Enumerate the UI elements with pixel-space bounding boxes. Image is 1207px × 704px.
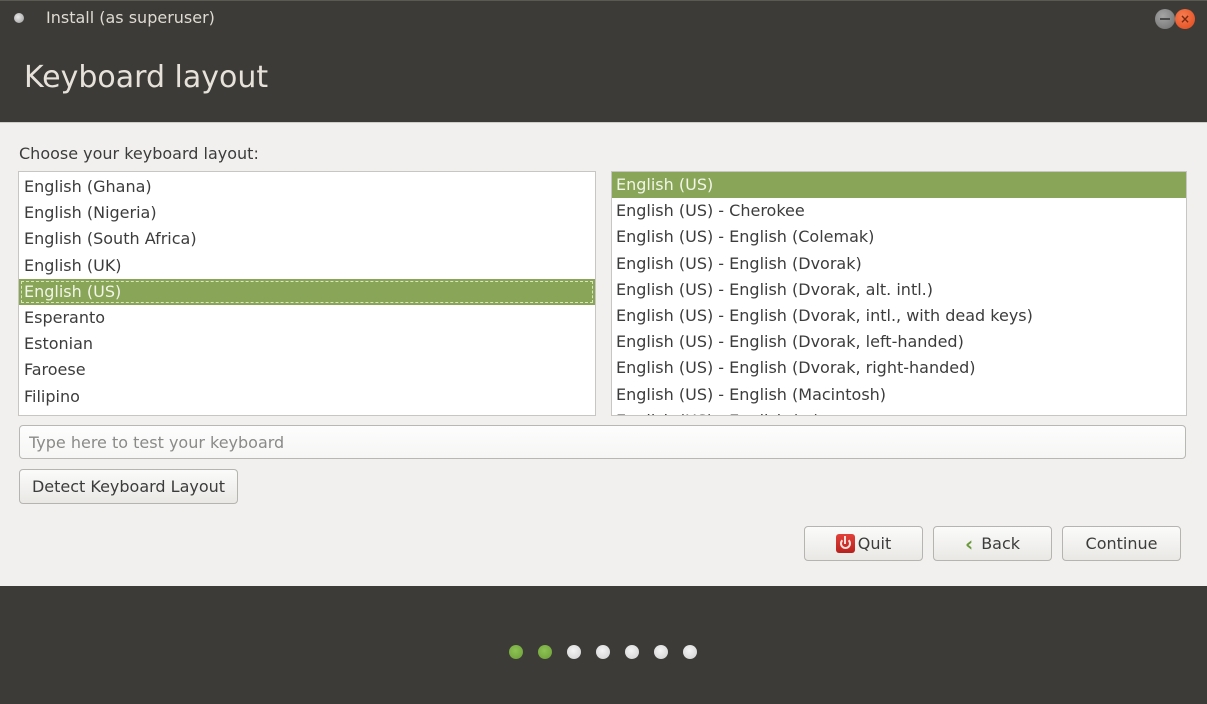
layout-item-selected[interactable]: English (US) [19, 278, 595, 305]
progress-dot-pending [596, 645, 610, 659]
variant-item-selected[interactable]: English (US) [612, 172, 1186, 199]
step-progress-indicator [509, 645, 697, 659]
app-icon [14, 13, 24, 23]
variant-item[interactable]: English (US) - English (Dvorak, intl., w… [612, 303, 1186, 329]
progress-dot-pending [567, 645, 581, 659]
back-label: Back [981, 534, 1021, 553]
content-area: Choose your keyboard layout: English (Gh… [0, 122, 1207, 586]
variant-item[interactable]: English (US) - Cherokee [612, 198, 1186, 224]
variant-item[interactable]: English (US) - English (Colemak) [612, 224, 1186, 250]
minimize-button[interactable] [1155, 9, 1175, 29]
layout-item[interactable]: English (Ghana) [19, 174, 595, 200]
page-title: Keyboard layout [24, 60, 269, 95]
back-button[interactable]: ‹ Back [933, 526, 1052, 561]
variant-list[interactable]: English (US) English (US) - Cherokee Eng… [611, 171, 1187, 416]
power-icon [835, 534, 855, 553]
progress-dot-complete [509, 645, 523, 659]
keyboard-test-input[interactable] [19, 425, 1186, 459]
continue-label: Continue [1085, 534, 1158, 553]
layout-item[interactable]: English (Nigeria) [19, 200, 595, 226]
progress-dot-pending [625, 645, 639, 659]
footer [0, 587, 1207, 704]
progress-dot-complete [538, 645, 552, 659]
chevron-left-icon: ‹ [964, 531, 974, 556]
quit-label: Quit [857, 534, 892, 553]
progress-dot-pending [654, 645, 668, 659]
detect-keyboard-layout-button[interactable]: Detect Keyboard Layout [19, 469, 238, 504]
variant-item[interactable]: English (US) - English (Dvorak, alt. int… [612, 277, 1186, 303]
close-icon: × [1179, 12, 1191, 26]
layout-item[interactable]: English (UK) [19, 253, 595, 279]
layout-item[interactable]: Filipino [19, 384, 595, 410]
continue-button[interactable]: Continue [1062, 526, 1181, 561]
variant-item[interactable]: English (US) - English (Dvorak, right-ha… [612, 355, 1186, 381]
layout-item[interactable]: English (South Africa) [19, 226, 595, 252]
layout-item[interactable]: Esperanto [19, 305, 595, 331]
close-button[interactable]: × [1175, 9, 1195, 29]
window-title: Install (as superuser) [46, 8, 215, 27]
variant-item[interactable]: English (US) - English (...) [612, 408, 1186, 415]
variant-item[interactable]: English (US) - English (Macintosh) [612, 382, 1186, 408]
layout-item[interactable]: Estonian [19, 331, 595, 357]
progress-dot-pending [683, 645, 697, 659]
page-header: Keyboard layout [0, 36, 1207, 122]
variant-item[interactable]: English (US) - English (Dvorak) [612, 251, 1186, 277]
layout-list[interactable]: English (Ghana) English (Nigeria) Englis… [18, 171, 596, 416]
detect-button-label: Detect Keyboard Layout [31, 477, 226, 496]
quit-button[interactable]: Quit [804, 526, 923, 561]
layout-item[interactable]: Faroese [19, 357, 595, 383]
title-bar: Install (as superuser) × [0, 0, 1207, 36]
variant-item[interactable]: English (US) - English (Dvorak, left-han… [612, 329, 1186, 355]
choose-layout-label: Choose your keyboard layout: [19, 144, 259, 163]
